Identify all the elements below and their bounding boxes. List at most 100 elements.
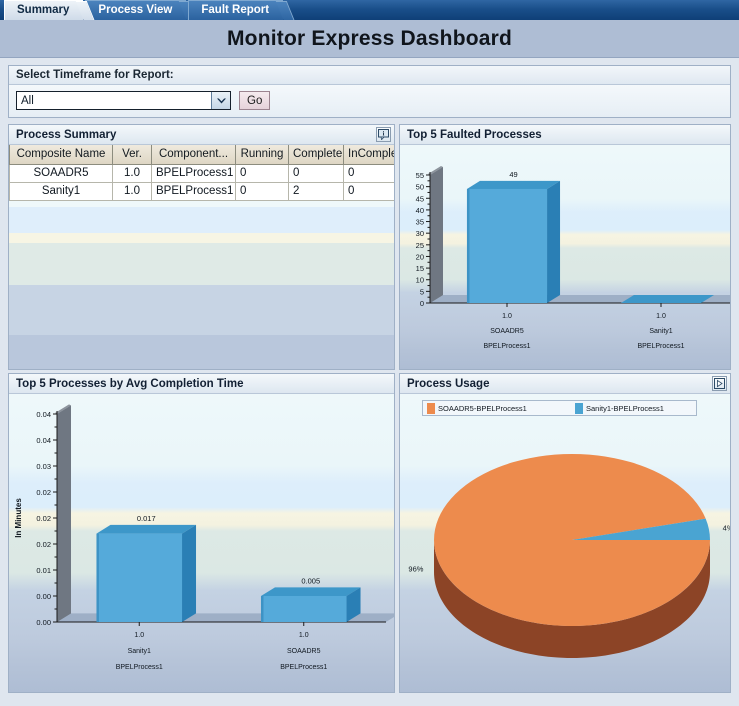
panel-usage-body: SOAADR5-BPELProcess1 Sanity1-BPELProcess… bbox=[400, 394, 730, 692]
svg-text:4%: 4% bbox=[723, 524, 730, 533]
svg-text:15: 15 bbox=[416, 264, 424, 273]
svg-text:25: 25 bbox=[416, 241, 424, 250]
go-button[interactable]: Go bbox=[239, 91, 271, 110]
svg-text:Sanity1: Sanity1 bbox=[128, 648, 151, 655]
cell-running: 0 bbox=[235, 163, 289, 183]
svg-text:20: 20 bbox=[416, 252, 424, 261]
svg-text:50: 50 bbox=[416, 183, 424, 192]
svg-text:1.0: 1.0 bbox=[502, 313, 512, 320]
panel-usage-header: Process Usage bbox=[400, 374, 730, 394]
svg-text:BPELProcess1: BPELProcess1 bbox=[280, 664, 327, 671]
chevron-down-icon[interactable] bbox=[211, 92, 230, 109]
svg-text:Sanity1: Sanity1 bbox=[649, 328, 672, 335]
timeframe-select[interactable]: All bbox=[16, 91, 231, 110]
svg-text:0.02: 0.02 bbox=[36, 488, 51, 497]
svg-text:0.01: 0.01 bbox=[36, 566, 51, 575]
panel-process-summary: Process Summary i Composite Name Ver. Co… bbox=[8, 124, 395, 370]
svg-text:55: 55 bbox=[416, 171, 424, 180]
timeframe-legend: Select Timeframe for Report: bbox=[9, 66, 730, 85]
svg-text:0.005: 0.005 bbox=[301, 576, 320, 585]
cell-version: 1.0 bbox=[112, 163, 152, 183]
cell-composite-name: SOAADR5 bbox=[9, 163, 113, 183]
panel-completion-body: 0.00 0.00 0.01 0.02 0.02 0.02 0.03 0.04 0.04 0.01… bbox=[9, 394, 394, 692]
chart-faulted-processes[interactable]: 0 5 10 15 20 25 30 35 40 45 50 55 49 1.0 SOAADR5 BPELPr… bbox=[400, 145, 730, 369]
svg-text:10: 10 bbox=[416, 276, 424, 285]
svg-text:5: 5 bbox=[420, 287, 424, 296]
svg-text:35: 35 bbox=[416, 218, 424, 227]
panel-faulted-title: Top 5 Faulted Processes bbox=[407, 128, 542, 141]
svg-text:0.00: 0.00 bbox=[36, 618, 51, 627]
col-running[interactable]: Running bbox=[235, 145, 289, 165]
tab-bar: Summary Process View Fault Report bbox=[0, 0, 739, 20]
tab-fault-report-label: Fault Report bbox=[201, 4, 270, 16]
panel-process-summary-body: Composite Name Ver. Component... Running… bbox=[9, 145, 394, 369]
cell-version: 1.0 bbox=[112, 181, 152, 201]
cell-component: BPELProcess1 bbox=[151, 163, 236, 183]
svg-text:0.02: 0.02 bbox=[36, 540, 51, 549]
tab-summary-label: Summary bbox=[17, 4, 70, 16]
col-complete[interactable]: Complete bbox=[288, 145, 344, 165]
svg-text:i: i bbox=[383, 131, 385, 138]
cell-component: BPELProcess1 bbox=[151, 181, 236, 201]
svg-text:BPELProcess1: BPELProcess1 bbox=[483, 343, 530, 350]
svg-text:49: 49 bbox=[509, 170, 517, 179]
col-incomplete[interactable]: InComplete bbox=[343, 145, 394, 165]
tab-summary[interactable]: Summary bbox=[4, 0, 84, 20]
timeframe-controls: All Go bbox=[9, 85, 730, 117]
timeframe-panel: Select Timeframe for Report: All Go bbox=[8, 65, 731, 118]
tab-process-view-label: Process View bbox=[98, 4, 173, 16]
svg-text:0.04: 0.04 bbox=[36, 436, 51, 445]
panel-faulted-header: Top 5 Faulted Processes bbox=[400, 125, 730, 145]
go-button-label: Go bbox=[247, 94, 263, 107]
panel-completion-header: Top 5 Processes by Avg Completion Time bbox=[9, 374, 394, 394]
svg-text:BPELProcess1: BPELProcess1 bbox=[637, 343, 684, 350]
svg-text:30: 30 bbox=[416, 229, 424, 238]
svg-text:0: 0 bbox=[420, 299, 424, 308]
col-version[interactable]: Ver. bbox=[112, 145, 152, 165]
cell-incomplete: 0 bbox=[343, 181, 394, 201]
svg-text:0.00: 0.00 bbox=[36, 592, 51, 601]
cell-incomplete: 0 bbox=[343, 163, 394, 183]
table-header-row: Composite Name Ver. Component... Running… bbox=[9, 145, 394, 165]
svg-text:0.04: 0.04 bbox=[36, 410, 51, 419]
panel-process-usage: Process Usage SOAADR5-BPELProcess1 Sanit… bbox=[399, 373, 731, 693]
svg-text:40: 40 bbox=[416, 206, 424, 215]
svg-text:SOAADR5: SOAADR5 bbox=[287, 648, 321, 655]
col-component[interactable]: Component... bbox=[151, 145, 236, 165]
panel-faulted-body: 0 5 10 15 20 25 30 35 40 45 50 55 49 1.0 SOAADR5 BPELPr… bbox=[400, 145, 730, 369]
svg-text:0.017: 0.017 bbox=[137, 514, 156, 523]
tab-process-view[interactable]: Process View bbox=[85, 0, 187, 20]
svg-text:0.03: 0.03 bbox=[36, 462, 51, 471]
cell-composite-name: Sanity1 bbox=[9, 181, 113, 201]
col-composite-name[interactable]: Composite Name bbox=[9, 145, 113, 165]
table-row[interactable]: SOAADR5 1.0 BPELProcess1 0 0 0 bbox=[9, 163, 394, 183]
cell-running: 0 bbox=[235, 181, 289, 201]
tab-fault-report[interactable]: Fault Report bbox=[188, 0, 284, 20]
panel-usage-title: Process Usage bbox=[407, 377, 490, 390]
process-summary-table: Composite Name Ver. Component... Running… bbox=[9, 145, 394, 201]
cell-complete: 2 bbox=[288, 181, 344, 201]
svg-text:SOAADR5: SOAADR5 bbox=[490, 328, 524, 335]
panel-top-faulted-processes: Top 5 Faulted Processes 0 5 10 15 20 25 30 35 40… bbox=[399, 124, 731, 370]
svg-text:0.02: 0.02 bbox=[36, 514, 51, 523]
chart-avg-completion-time[interactable]: 0.00 0.00 0.01 0.02 0.02 0.02 0.03 0.04 0.04 0.01… bbox=[9, 394, 394, 692]
table-row[interactable]: Sanity1 1.0 BPELProcess1 0 2 0 bbox=[9, 181, 394, 201]
svg-text:In Minutes: In Minutes bbox=[14, 498, 23, 538]
panel-avg-completion-time: Top 5 Processes by Avg Completion Time 0… bbox=[8, 373, 395, 693]
chart-process-usage[interactable]: 96% 4% bbox=[400, 394, 730, 692]
svg-text:1.0: 1.0 bbox=[299, 632, 309, 639]
dashboard-grid: Process Summary i Composite Name Ver. Co… bbox=[8, 124, 731, 693]
svg-text:1.0: 1.0 bbox=[656, 313, 666, 320]
svg-text:BPELProcess1: BPELProcess1 bbox=[116, 664, 163, 671]
page-header: Monitor Express Dashboard bbox=[0, 20, 739, 58]
panel-process-summary-title: Process Summary bbox=[16, 128, 117, 141]
page-title: Monitor Express Dashboard bbox=[226, 26, 513, 50]
svg-text:45: 45 bbox=[416, 194, 424, 203]
detach-info-icon[interactable]: i bbox=[376, 127, 391, 142]
play-next-icon[interactable] bbox=[712, 376, 727, 391]
cell-complete: 0 bbox=[288, 163, 344, 183]
panel-completion-title: Top 5 Processes by Avg Completion Time bbox=[16, 377, 244, 390]
panel-process-summary-header: Process Summary i bbox=[9, 125, 394, 145]
timeframe-selected-value: All bbox=[21, 94, 34, 107]
svg-text:1.0: 1.0 bbox=[134, 632, 144, 639]
